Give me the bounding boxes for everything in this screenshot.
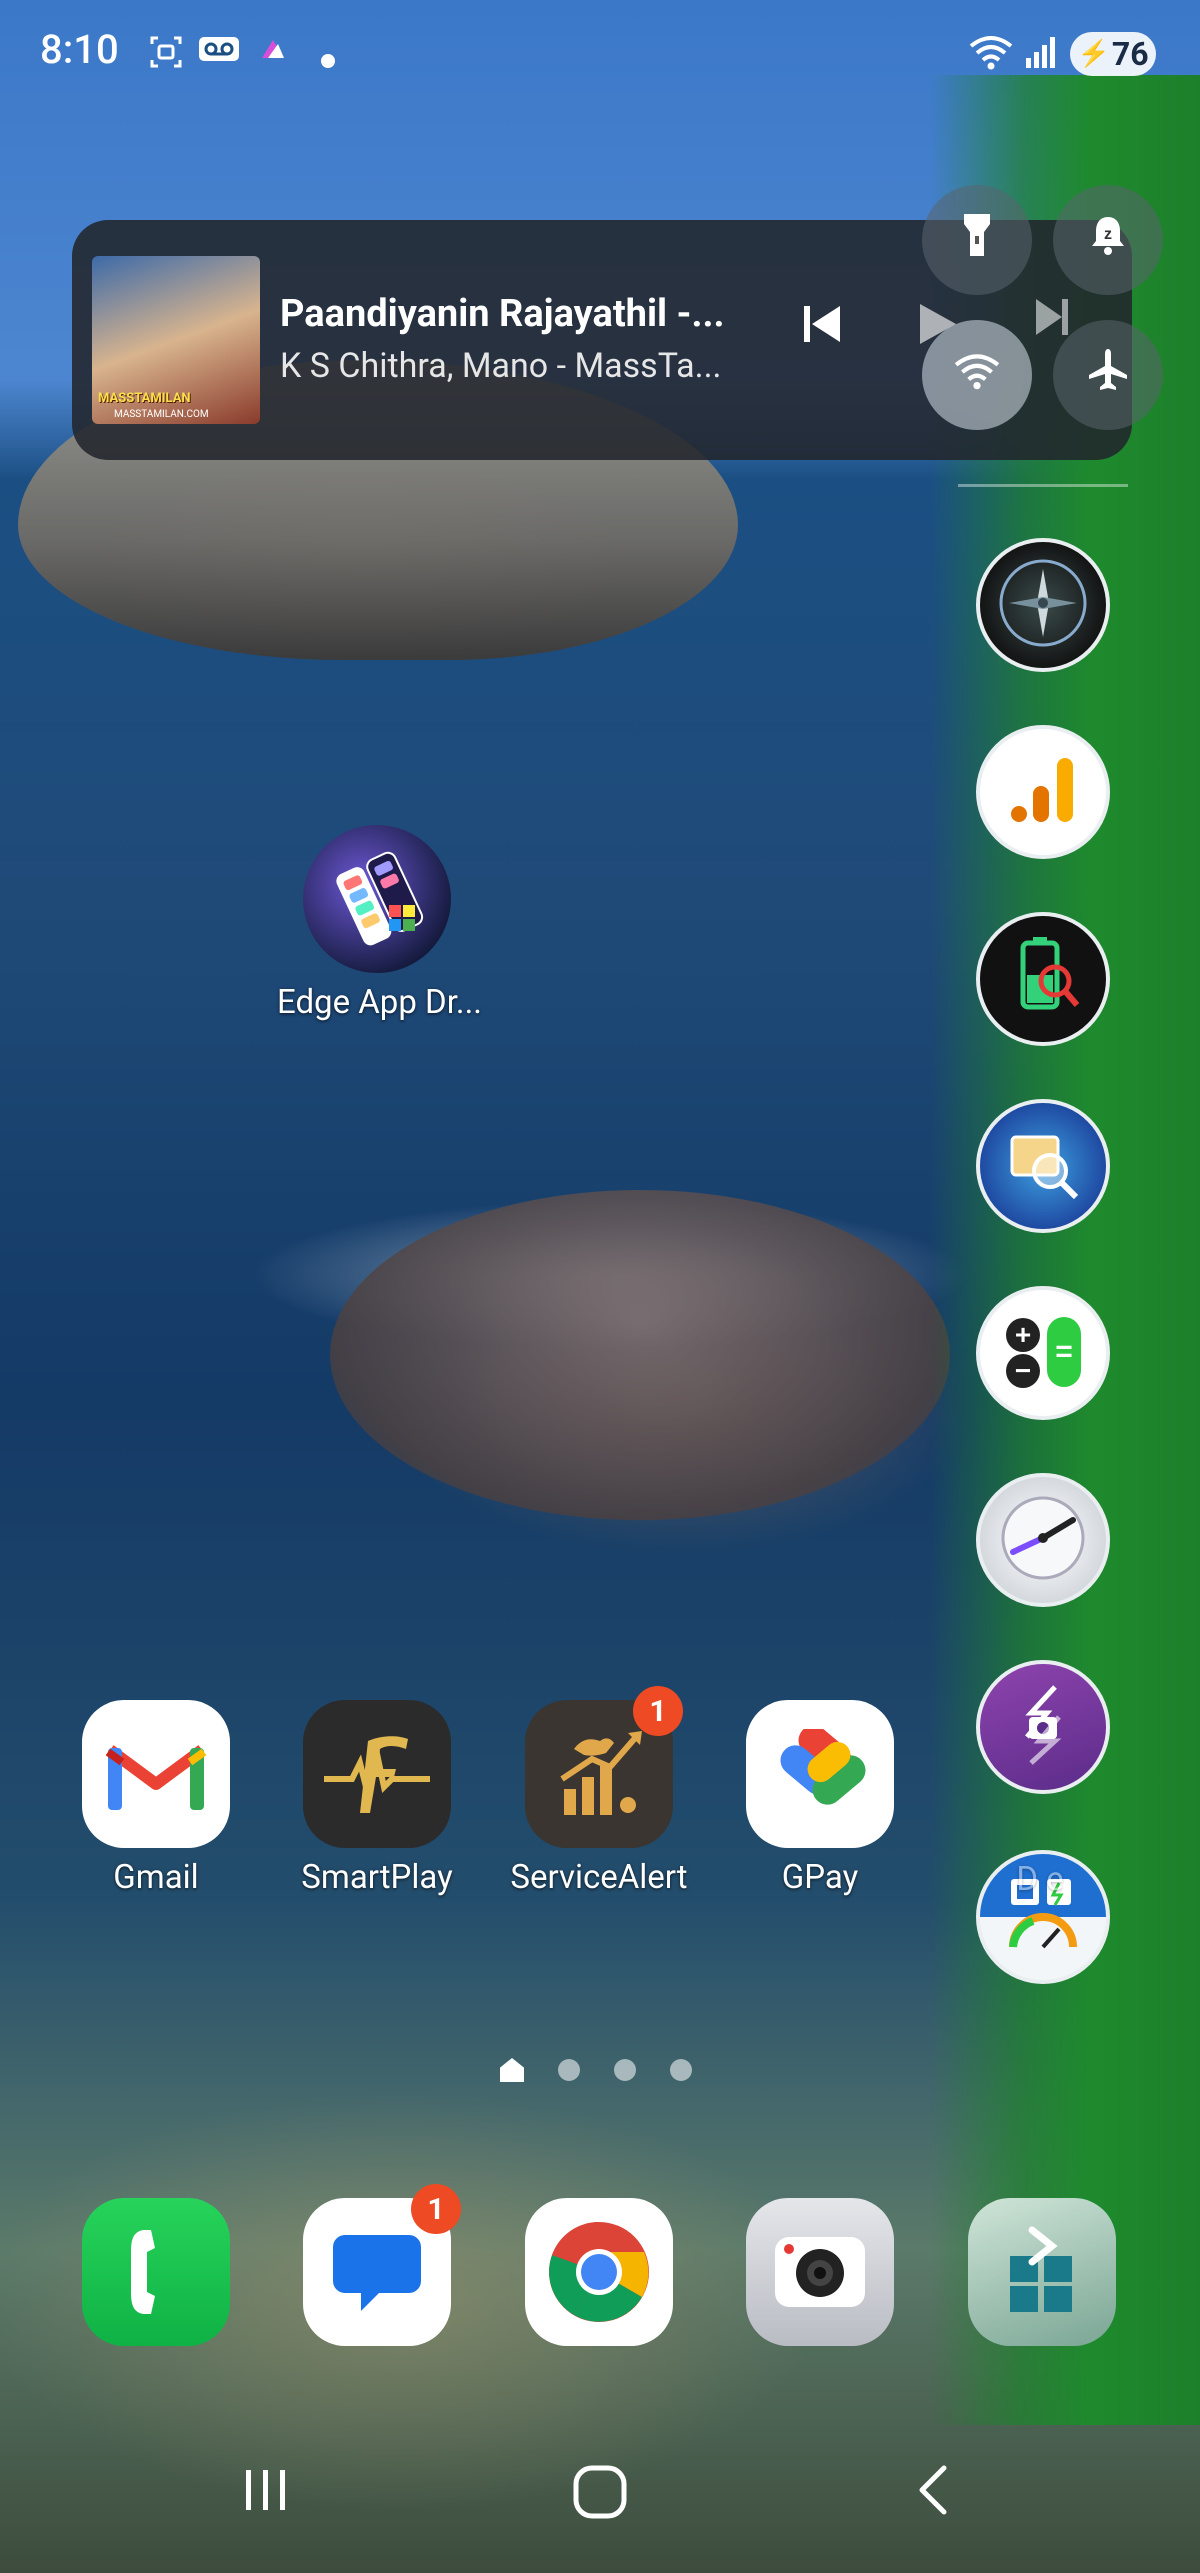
more-notifications-dot-icon xyxy=(320,42,336,77)
edge-app-battery-checker[interactable] xyxy=(976,912,1110,1046)
servicealert-icon: 1 xyxy=(525,1686,683,1848)
app-notification-icon xyxy=(258,34,288,72)
edge-app-screen-rotate[interactable] xyxy=(976,1660,1110,1794)
edge-app-photo-search[interactable] xyxy=(976,1099,1110,1233)
dock-messages[interactable]: 1 xyxy=(277,2184,477,2346)
page-dot xyxy=(614,2059,636,2081)
edge-app-speedometer[interactable] xyxy=(976,1473,1110,1607)
navigation-bar xyxy=(0,2440,1200,2573)
app-label: ServiceAlert xyxy=(510,1858,688,1897)
dock-app-manager[interactable] xyxy=(942,2198,1142,2346)
dock-chrome[interactable] xyxy=(499,2198,699,2346)
notification-badge: 1 xyxy=(633,1686,683,1736)
battery-charging-icon: ⚡ xyxy=(1077,39,1110,69)
screen-rotate-icon xyxy=(995,1677,1091,1777)
smartplay-icon xyxy=(303,1700,451,1848)
speedometer-icon xyxy=(995,1490,1091,1590)
app-servicealert[interactable]: 1 ServiceAlert xyxy=(499,1686,699,1897)
camera-icon xyxy=(746,2198,894,2346)
edge-app-drawer-icon xyxy=(303,825,451,973)
app-smartplay[interactable]: SmartPlay xyxy=(277,1700,477,1897)
bell-icon: z xyxy=(1088,213,1128,268)
photo-search-icon xyxy=(998,1119,1088,1213)
app-label: SmartPlay xyxy=(301,1858,453,1897)
clock: 8:10 xyxy=(40,26,119,73)
app-gpay[interactable]: GPay xyxy=(720,1700,920,1897)
page-dot xyxy=(558,2059,580,2081)
album-art-caption: MASSTAMILAN xyxy=(98,391,191,406)
album-art: MASSTAMILAN MASSTAMILAN.COM xyxy=(92,256,260,424)
status-bar: 8:10 ⚡ 76 xyxy=(0,0,1200,110)
app-edge-app-drawer[interactable]: Edge App Dr... xyxy=(277,825,483,1022)
battery-level: 76 xyxy=(1111,35,1149,73)
flashlight-icon xyxy=(960,212,994,269)
media-title: Paandiyanin Rajayathil -... xyxy=(280,292,725,336)
media-artist: K S Chithra, Mano - MassTa... xyxy=(280,346,722,386)
previous-track-button[interactable] xyxy=(800,300,844,360)
home-button[interactable] xyxy=(568,2460,632,2528)
page-indicator[interactable] xyxy=(500,2058,692,2082)
dock-phone[interactable] xyxy=(56,2198,256,2346)
airplane-mode-toggle[interactable] xyxy=(1053,320,1163,430)
album-art-site: MASSTAMILAN.COM xyxy=(114,409,209,420)
wifi-icon xyxy=(953,349,1001,401)
edge-app-calculator[interactable]: + − = xyxy=(976,1286,1110,1420)
compass-icon xyxy=(995,555,1091,655)
battery-search-icon xyxy=(995,929,1091,1029)
airplane-icon xyxy=(1085,347,1131,404)
gmail-icon xyxy=(82,1700,230,1848)
svg-text:−: − xyxy=(1015,1355,1031,1386)
app-label: Gmail xyxy=(113,1858,199,1897)
svg-text:=: = xyxy=(1055,1335,1073,1368)
analytics-icon xyxy=(1003,750,1083,834)
battery-indicator: ⚡ 76 xyxy=(1070,32,1156,76)
edge-app-compass[interactable] xyxy=(976,538,1110,672)
wifi-icon xyxy=(968,34,1014,78)
back-button[interactable] xyxy=(904,2460,964,2524)
calculator-icon: + − = xyxy=(993,1301,1093,1405)
hidden-app-label: D e xyxy=(1016,1860,1064,1899)
app-manager-icon xyxy=(968,2198,1116,2346)
app-label: GPay xyxy=(781,1858,859,1897)
dock-camera[interactable] xyxy=(720,2198,920,2346)
notification-badge: 1 xyxy=(411,2184,461,2234)
chrome-icon xyxy=(525,2198,673,2346)
gpay-icon xyxy=(746,1700,894,1848)
phone-icon xyxy=(82,2198,230,2346)
svg-text:+: + xyxy=(1015,1319,1031,1350)
voicemail-icon xyxy=(198,34,240,72)
app-gmail[interactable]: Gmail xyxy=(56,1700,256,1897)
sound-mode-toggle[interactable]: z xyxy=(1053,185,1163,295)
svg-text:z: z xyxy=(1104,226,1112,243)
page-dot xyxy=(670,2059,692,2081)
recents-button[interactable] xyxy=(236,2460,296,2524)
edge-app-analytics[interactable] xyxy=(976,725,1110,859)
app-label: Edge App Dr... xyxy=(277,983,483,1022)
home-page-indicator-icon xyxy=(500,2058,524,2082)
messages-icon: 1 xyxy=(303,2184,461,2346)
signal-icon xyxy=(1024,34,1058,78)
edge-panel-divider xyxy=(958,484,1128,487)
wallpaper-rock-mid xyxy=(330,1190,950,1520)
wifi-toggle[interactable] xyxy=(922,320,1032,430)
screen-capture-icon xyxy=(148,34,184,78)
hidden-app: D e xyxy=(940,1860,1140,1899)
flashlight-toggle[interactable] xyxy=(922,185,1032,295)
